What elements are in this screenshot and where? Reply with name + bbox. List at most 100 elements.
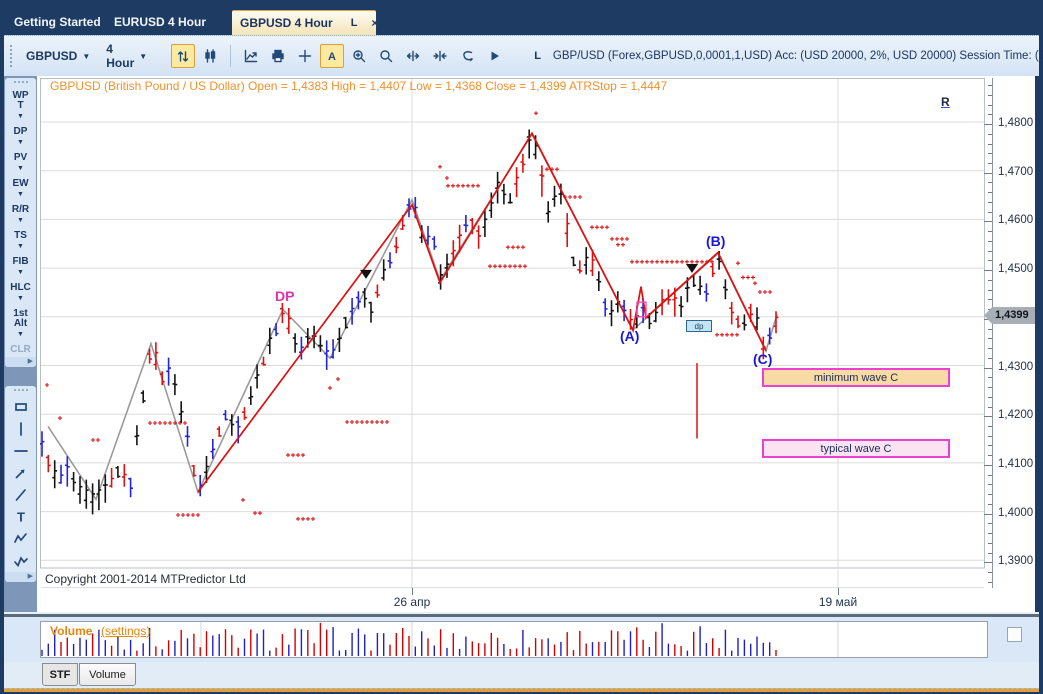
- annotate-a-icon[interactable]: A: [320, 44, 344, 68]
- minimum-wave-c-target-box: minimum wave C: [762, 368, 950, 387]
- zigzag-tool-icon[interactable]: [5, 528, 36, 550]
- text-tool-icon[interactable]: T: [5, 506, 36, 528]
- group-expander-icon[interactable]: ▶: [5, 572, 36, 582]
- price-axis[interactable]: [992, 78, 993, 588]
- tab-stf[interactable]: STF: [42, 663, 78, 686]
- minor-tick: [988, 484, 992, 485]
- chart-plot-area[interactable]: [40, 78, 985, 593]
- minor-tick: [988, 85, 992, 86]
- major-tick: [984, 124, 992, 125]
- chart-title: GBPUSD (British Pound / US Dollar) Open …: [50, 79, 667, 93]
- minor-tick: [988, 241, 992, 242]
- group-grip-icon[interactable]: [5, 389, 36, 396]
- major-tick: [984, 368, 992, 369]
- tab-label: GBPUSD 4 Hour: [240, 11, 333, 36]
- close-tab-icon[interactable]: ×: [371, 11, 378, 36]
- group-grip-icon[interactable]: [5, 81, 36, 88]
- vertical-line-tool-icon[interactable]: [5, 418, 36, 440]
- major-tick: [984, 416, 992, 417]
- rectangle-tool-icon[interactable]: [5, 396, 36, 418]
- zoom-out-icon[interactable]: [374, 44, 398, 68]
- symbol-dropdown[interactable]: GBPUSD▼: [20, 46, 96, 66]
- arrow-tool-icon[interactable]: [5, 462, 36, 484]
- hlc-bars-style-icon[interactable]: [171, 44, 195, 68]
- minor-tick: [988, 338, 992, 339]
- dp-label: DP: [275, 288, 294, 304]
- minor-tick: [988, 134, 992, 135]
- tab-label: STF: [50, 669, 71, 681]
- minor-tick: [988, 251, 992, 252]
- link-indicator: L: [534, 50, 541, 62]
- compress-horizontal-icon[interactable]: [428, 44, 452, 68]
- major-tick: [984, 562, 992, 563]
- window-bottom-accent: [4, 688, 1039, 692]
- timeframe-value: 4 Hour: [106, 42, 134, 70]
- zoom-in-icon[interactable]: [347, 44, 371, 68]
- volume-settings-link[interactable]: (settings): [101, 624, 150, 638]
- minor-tick: [988, 202, 992, 203]
- sidebar-button-fib[interactable]: FIB▼: [5, 254, 36, 280]
- tab-gbpusd-4hour[interactable]: GBPUSD 4 Hour L ×: [232, 10, 376, 35]
- minor-tick: [988, 260, 992, 261]
- analysis-sidebar: WPT▼DP▼PV▼EW▼R/R▼TS▼FIB▼HLC▼1stAlt▼CLR ▶…: [4, 76, 37, 662]
- price-chart-panel[interactable]: GBPUSD (British Pound / US Dollar) Open …: [37, 76, 1035, 612]
- minor-tick: [988, 329, 992, 330]
- play-icon[interactable]: [482, 44, 506, 68]
- toolbar-icons: A: [171, 44, 506, 68]
- drawing-tool-group: T ▶: [5, 386, 36, 582]
- price-axis-label: 1,4500: [998, 263, 1038, 275]
- minor-tick: [988, 387, 992, 388]
- minor-tick: [988, 397, 992, 398]
- sidebar-button-1stalt[interactable]: 1stAlt▼: [5, 306, 36, 342]
- tab-volume[interactable]: Volume: [79, 663, 136, 686]
- horizontal-line-tool-icon[interactable]: [5, 440, 36, 462]
- symbol-value: GBPUSD: [26, 49, 77, 63]
- price-axis-label: 1,4800: [998, 117, 1038, 129]
- group-expander-icon[interactable]: ▶: [5, 357, 36, 367]
- reset-link[interactable]: R: [941, 95, 950, 109]
- minor-tick: [988, 212, 992, 213]
- volume-pane-title: Volume: [50, 624, 92, 638]
- tab-label: Getting Started: [14, 15, 101, 29]
- minor-tick: [988, 407, 992, 408]
- tab-getting-started[interactable]: Getting Started: [14, 10, 101, 35]
- chart-indicator-icon[interactable]: [239, 44, 263, 68]
- undo-icon[interactable]: [455, 44, 479, 68]
- date-tick: [412, 588, 413, 595]
- sidebar-button-ew[interactable]: EW▼: [5, 176, 36, 202]
- minor-tick: [988, 377, 992, 378]
- toolbar-grip-icon[interactable]: [10, 45, 12, 67]
- candlestick-style-icon[interactable]: [198, 44, 222, 68]
- crosshair-icon[interactable]: [293, 44, 317, 68]
- analysis-button-group: WPT▼DP▼PV▼EW▼R/R▼TS▼FIB▼HLC▼1stAlt▼CLR ▶: [5, 78, 36, 367]
- volume-pane-checkbox[interactable]: [1007, 627, 1022, 642]
- minor-tick: [988, 358, 992, 359]
- sidebar-button-pv[interactable]: PV▼: [5, 150, 36, 176]
- tab-eurusd-4hour[interactable]: EURUSD 4 HourL: [114, 10, 239, 35]
- sidebar-button-ts[interactable]: TS▼: [5, 228, 36, 254]
- tab-label: EURUSD 4 Hour: [114, 15, 206, 29]
- minor-tick: [988, 426, 992, 427]
- minor-tick: [988, 105, 992, 106]
- sidebar-button-rr[interactable]: R/R▼: [5, 202, 36, 228]
- trendline-tool-icon[interactable]: [5, 484, 36, 506]
- timeframe-dropdown[interactable]: 4 Hour▼: [100, 39, 153, 73]
- minor-tick: [988, 543, 992, 544]
- minor-tick: [988, 182, 992, 183]
- price-axis-label: 1,4700: [998, 166, 1038, 178]
- major-tick: [984, 514, 992, 515]
- pane-splitter[interactable]: [4, 612, 1039, 620]
- toolbar-separator: [230, 45, 231, 67]
- wave-tool-icon[interactable]: [5, 550, 36, 572]
- minor-tick: [988, 231, 992, 232]
- minor-tick: [988, 553, 992, 554]
- print-icon[interactable]: [266, 44, 290, 68]
- sidebar-button-hlc[interactable]: HLC▼: [5, 280, 36, 306]
- sidebar-button-wpt[interactable]: WPT▼: [5, 88, 36, 124]
- price-axis-label: 1,4300: [998, 361, 1038, 373]
- expand-horizontal-icon[interactable]: [401, 44, 425, 68]
- minor-tick: [988, 290, 992, 291]
- wave-a-label: (A): [620, 328, 639, 344]
- major-tick: [984, 270, 992, 271]
- sidebar-button-dp[interactable]: DP▼: [5, 124, 36, 150]
